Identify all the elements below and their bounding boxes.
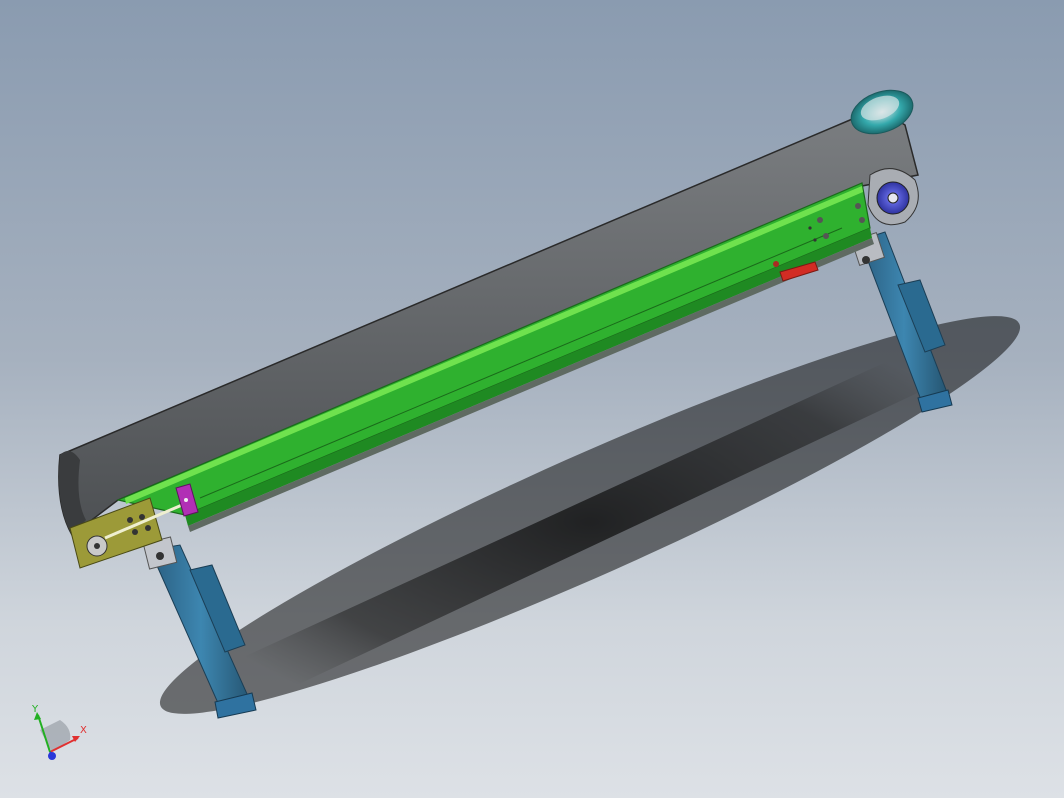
axis-triad: X Y [31, 704, 87, 760]
model-view[interactable]: X Y [0, 0, 1064, 798]
x-axis-label: X [80, 725, 87, 736]
y-axis-label: Y [31, 704, 39, 715]
graphics-viewport[interactable]: X Y [0, 0, 1064, 798]
